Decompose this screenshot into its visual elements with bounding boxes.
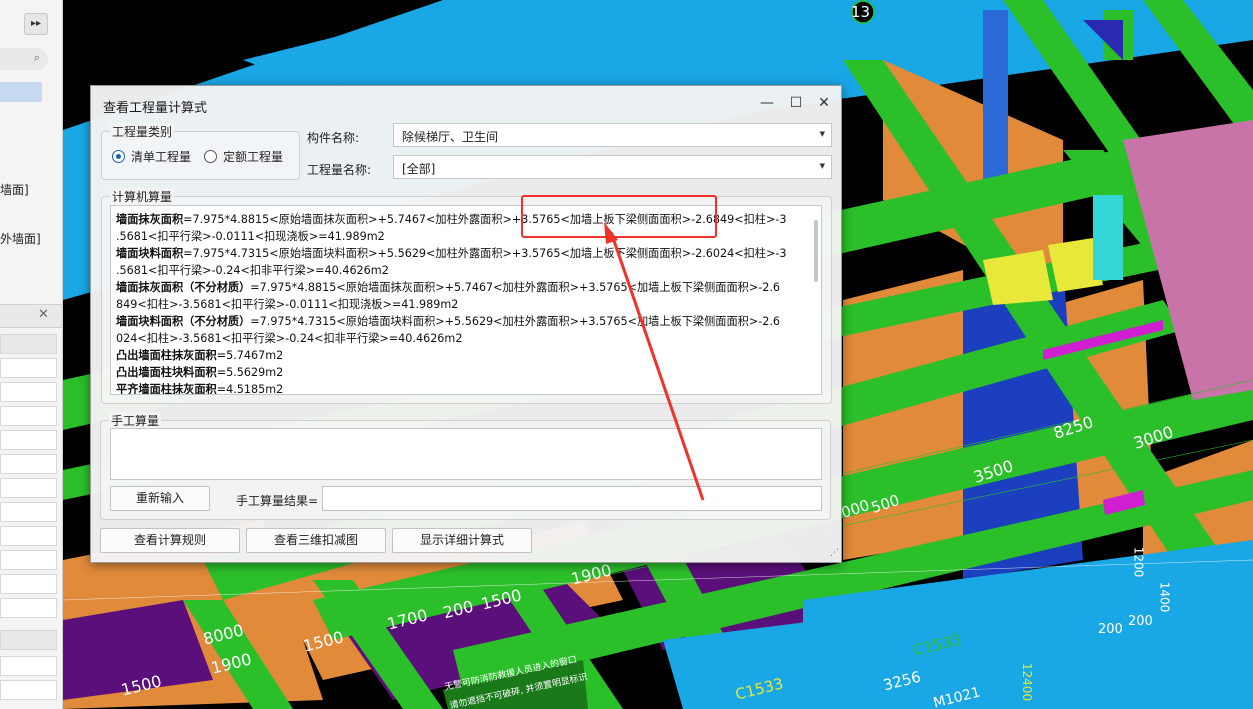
annotation-arrow <box>604 222 705 501</box>
